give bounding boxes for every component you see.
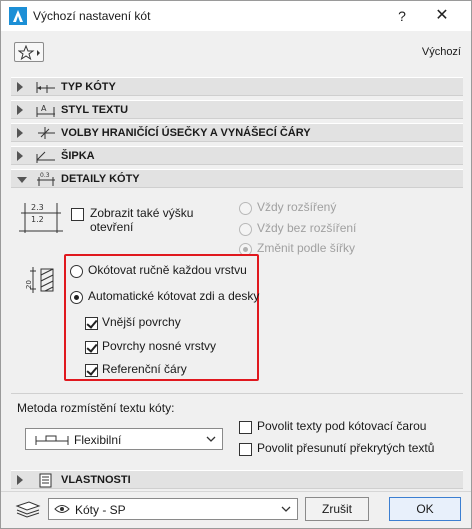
section-dimension-details[interactable]: 0.3 DETAILY KÓTY (11, 169, 463, 188)
always-not-extended-radio[interactable] (239, 223, 252, 236)
close-button[interactable]: ✕ (431, 6, 453, 26)
always-extended-label: Vždy rozšířený (257, 200, 337, 214)
flexible-placement-icon (35, 435, 69, 445)
layer-icon-value: 20 (25, 280, 33, 289)
always-not-extended-label: Vždy bez rozšíření (257, 221, 357, 235)
dialog-window: Výchozí nastavení kót ? ✕ Výchozí TYP KÓ… (0, 0, 472, 529)
chevron-down-icon (281, 506, 291, 512)
section-label: VOLBY HRANIČÍCÍ ÚSEČKY A VYNÁŠECÍ ČÁRY (61, 127, 311, 139)
title-bar: Výchozí nastavení kót ? ✕ (1, 1, 471, 31)
placement-method-value: Flexibilní (74, 433, 122, 447)
show-height-label-line1: Zobrazit také výšku (90, 206, 194, 220)
section-dimension-type[interactable]: TYP KÓTY (11, 77, 463, 96)
collapse-arrow-icon (17, 177, 27, 183)
expand-arrow-icon (17, 475, 23, 485)
outer-surfaces-label: Vnější povrchy (102, 315, 181, 329)
arrowhead-icon (36, 151, 55, 163)
expand-arrow-icon (17, 105, 23, 115)
svg-text:0.3: 0.3 (40, 172, 50, 179)
dimension-details-icon: 0.3 (37, 172, 55, 186)
allow-move-overlap-label: Povolit přesunutí překrytých textů (257, 441, 435, 455)
reference-lines-label: Referenční čáry (102, 362, 187, 376)
favorites-button[interactable] (14, 42, 44, 62)
cancel-button[interactable]: Zrušit (305, 497, 369, 521)
expand-arrow-icon (17, 151, 23, 161)
window-title: Výchozí nastavení kót (33, 9, 151, 23)
section-label: VLASTNOSTI (61, 474, 131, 486)
chevron-down-icon (206, 436, 216, 442)
star-icon (18, 45, 40, 61)
help-button[interactable]: ? (391, 6, 413, 26)
auto-walls-slabs-label: Automatické kótovat zdi a desky (88, 289, 260, 303)
archicad-app-icon (9, 7, 27, 25)
svg-text:A: A (41, 104, 47, 113)
divider (11, 393, 463, 394)
expand-arrow-icon (17, 128, 23, 138)
text-style-icon: A (36, 104, 55, 117)
outer-surfaces-checkbox[interactable] (85, 317, 98, 330)
default-label: Výchozí (421, 46, 461, 58)
core-surfaces-label: Povrchy nosné vrstvy (102, 339, 217, 353)
reference-lines-checkbox[interactable] (85, 364, 98, 377)
icon-bottom-value: 1.2 (31, 215, 44, 224)
ok-button[interactable]: OK (389, 497, 461, 521)
boundary-line-icon (38, 127, 55, 139)
manual-each-layer-label: Okótovat ručně každou vrstvu (88, 263, 247, 277)
allow-text-below-label: Povolit texty pod kótovací čarou (257, 419, 427, 433)
properties-icon (39, 473, 52, 488)
allow-move-overlap-checkbox[interactable] (239, 443, 252, 456)
section-text-style[interactable]: A STYL TEXTU (11, 100, 463, 119)
section-boundary-lines[interactable]: VOLBY HRANIČÍCÍ ÚSEČKY A VYNÁŠECÍ ČÁRY (11, 123, 463, 142)
show-height-checkbox[interactable] (71, 208, 84, 221)
section-label: ŠIPKA (61, 150, 95, 162)
section-arrow[interactable]: ŠIPKA (11, 146, 463, 165)
layered-wall-icon: 20 (25, 267, 54, 293)
section-properties[interactable]: VLASTNOSTI (11, 470, 463, 489)
change-by-width-label: Změnit podle šířky (257, 241, 356, 255)
always-extended-radio[interactable] (239, 202, 252, 215)
placement-method-dropdown[interactable]: Flexibilní (25, 428, 223, 450)
allow-text-below-checkbox[interactable] (239, 421, 252, 434)
core-surfaces-checkbox[interactable] (85, 341, 98, 354)
manual-each-layer-radio[interactable] (70, 265, 83, 278)
show-height-label-line2: otevření (90, 220, 134, 234)
auto-walls-slabs-radio[interactable] (70, 291, 83, 304)
footer-divider (1, 491, 471, 492)
section-label: TYP KÓTY (61, 81, 116, 93)
layer-value: Kóty - SP (75, 503, 126, 517)
eye-icon (54, 505, 70, 513)
expand-arrow-icon (17, 82, 23, 92)
dimension-type-icon (36, 82, 55, 93)
placement-method-label: Metoda rozmístění textu kóty: (17, 401, 175, 415)
section-label: DETAILY KÓTY (61, 173, 140, 185)
layer-select[interactable]: Kóty - SP (48, 498, 298, 520)
layers-icon (15, 501, 41, 518)
icon-top-value: 2.3 (31, 203, 44, 212)
section-label: STYL TEXTU (61, 104, 129, 116)
opening-height-icon: 2.3 1.2 (19, 203, 63, 233)
